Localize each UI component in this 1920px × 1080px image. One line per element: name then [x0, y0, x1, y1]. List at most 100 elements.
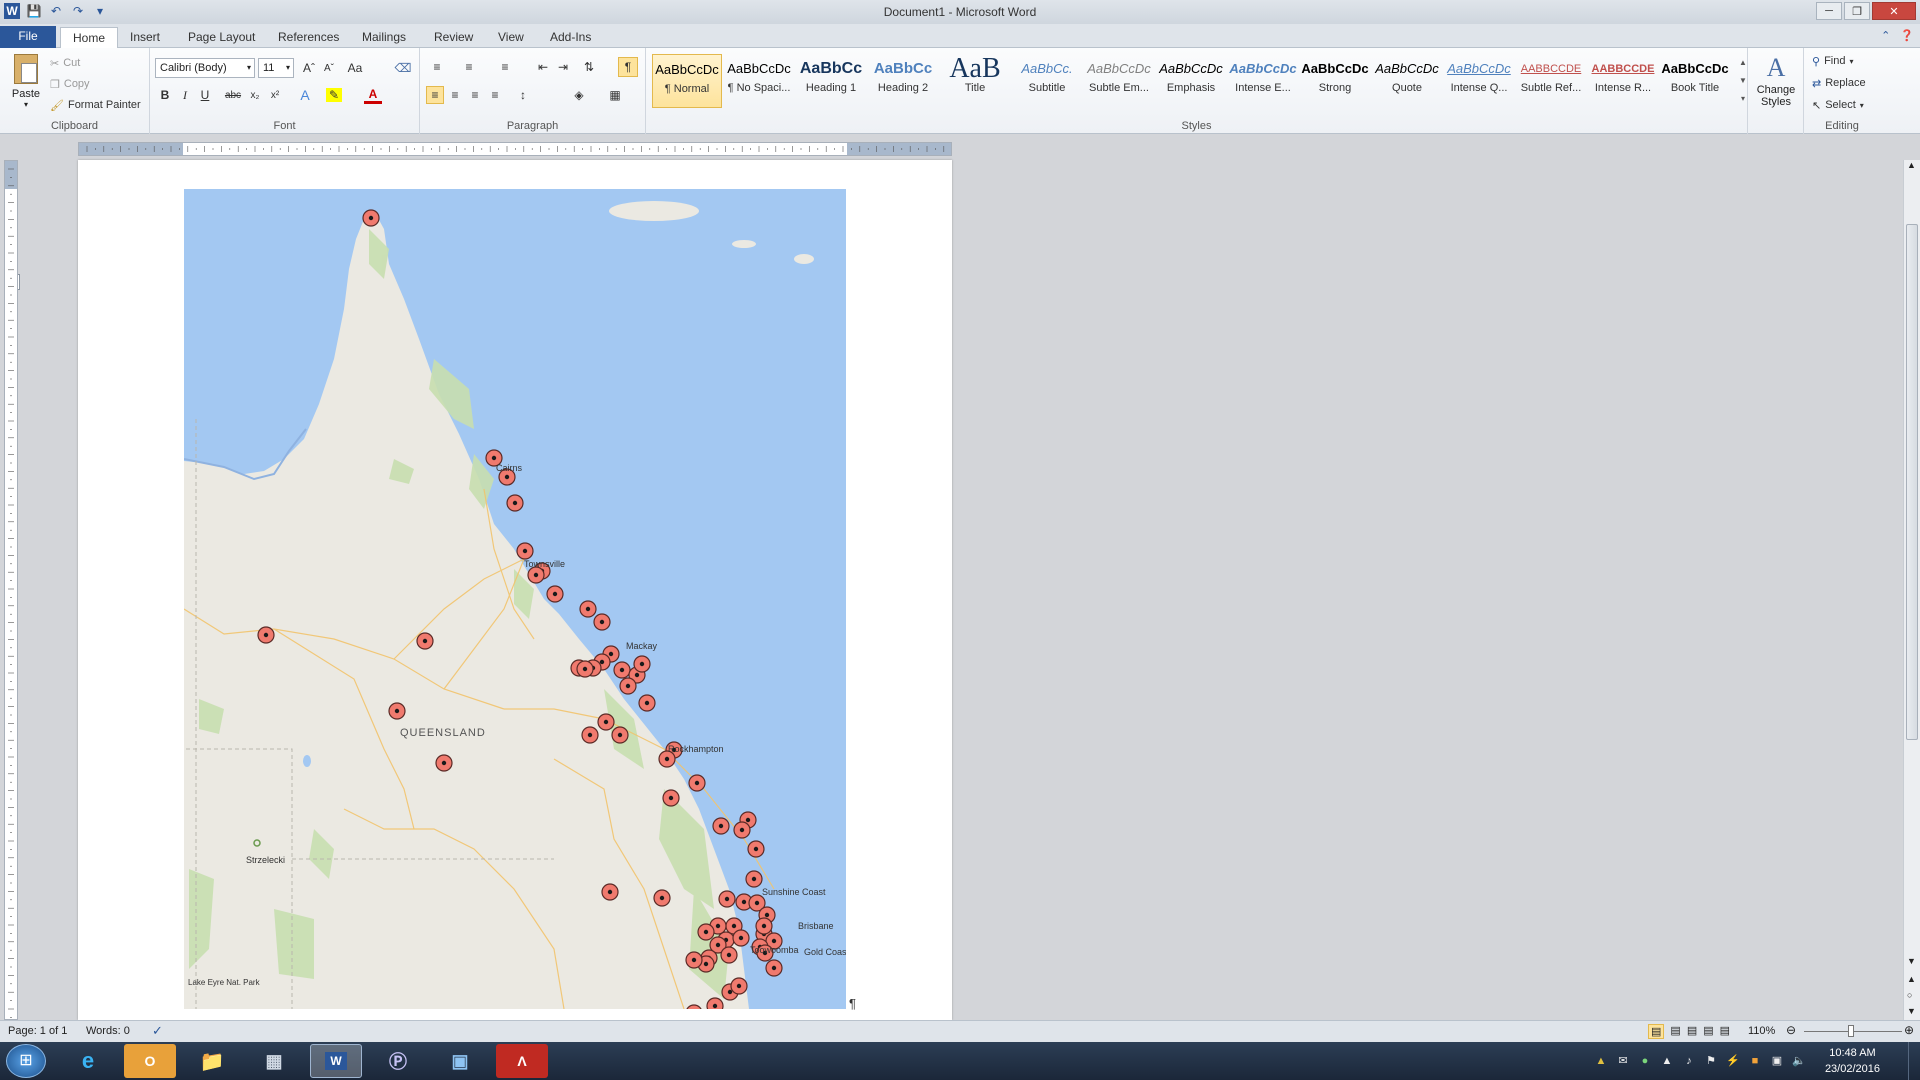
minimize-button[interactable]: ─ [1816, 2, 1842, 20]
clear-formatting-icon[interactable]: ⌫ [394, 59, 412, 77]
scroll-up-icon[interactable]: ▲ [1907, 160, 1916, 170]
maximize-button[interactable]: ❐ [1844, 2, 1870, 20]
font-size-combo[interactable]: 11 ▾ [258, 58, 294, 78]
style-intense-r[interactable]: AABBCCDE Intense R... [1588, 54, 1658, 108]
cut-button[interactable]: ✂ Cut [50, 54, 80, 72]
tab-mailings[interactable]: Mailings [350, 27, 418, 48]
font-color-icon[interactable]: A [364, 86, 382, 104]
page-count[interactable]: Page: 1 of 1 [8, 1025, 67, 1037]
proofing-icon[interactable]: ✓ [152, 1023, 163, 1039]
zoom-in-icon[interactable]: ⊕ [1904, 1023, 1914, 1037]
style-quote[interactable]: AaBbCcDc Quote [1372, 54, 1442, 108]
style-no-spaci[interactable]: AaBbCcDc ¶ No Spaci... [724, 54, 794, 108]
align-right-icon[interactable]: ≡ [466, 86, 484, 104]
tab-view[interactable]: View [486, 27, 536, 48]
font-name-combo[interactable]: Calibri (Body) ▾ [155, 58, 255, 78]
style-title[interactable]: AaB Title [940, 54, 1010, 108]
show-desktop-button[interactable] [1908, 1042, 1920, 1080]
word-taskbar-icon[interactable]: W [310, 1044, 362, 1078]
tab-home[interactable]: Home [60, 27, 119, 48]
change-case-icon[interactable]: Aa [346, 59, 364, 77]
calculator-icon[interactable]: ▦ [248, 1044, 300, 1078]
text-effects-icon[interactable]: A [296, 86, 314, 104]
tray-mail-icon[interactable]: ✉ [1616, 1054, 1630, 1068]
shrink-font-icon[interactable]: Aˇ [320, 59, 338, 77]
app-p-icon[interactable]: Ⓟ [372, 1044, 424, 1078]
tray-power-icon[interactable]: ⚡ [1726, 1054, 1740, 1068]
highlight-icon[interactable]: ✎ [326, 88, 342, 102]
decrease-indent-icon[interactable]: ⇤ [534, 58, 552, 76]
outline-icon[interactable]: ▤ [1703, 1024, 1713, 1039]
bold-icon[interactable]: B [156, 86, 174, 104]
queensland-map-image[interactable]: Cairns Townsville Mackay QUEENSLAND Rock… [184, 189, 846, 1009]
style-subtle-ref[interactable]: AABBCCDE Subtle Ref... [1516, 54, 1586, 108]
outlook-icon[interactable]: O [124, 1044, 176, 1078]
tab-file[interactable]: File [0, 26, 56, 48]
tray-orange-icon[interactable]: ■ [1748, 1054, 1762, 1068]
multilevel-list-icon[interactable]: ≡ [496, 58, 514, 76]
strikethrough-icon[interactable]: abc [224, 86, 242, 104]
format-painter-button[interactable]: 🖌 Format Painter [50, 96, 141, 114]
style-emphasis[interactable]: AaBbCcDc Emphasis [1156, 54, 1226, 108]
zoom-slider-thumb[interactable] [1848, 1025, 1854, 1037]
vertical-scrollbar[interactable]: ▲ ▼ ▲ ○ ▼ [1903, 160, 1920, 1020]
style-intense-e[interactable]: AaBbCcDc Intense E... [1228, 54, 1298, 108]
paste-button[interactable]: Paste ▾ [8, 54, 44, 112]
line-spacing-icon[interactable]: ↕ [514, 86, 532, 104]
internet-explorer-icon[interactable]: e [62, 1044, 114, 1078]
tab-references[interactable]: References [266, 27, 351, 48]
grow-font-icon[interactable]: Aˆ [300, 59, 318, 77]
browse-object-icon[interactable]: ○ [1907, 990, 1912, 1000]
scroll-thumb[interactable] [1906, 224, 1918, 740]
tab-page-layout[interactable]: Page Layout [176, 27, 267, 48]
numbering-icon[interactable]: ≡ [460, 58, 478, 76]
replace-button[interactable]: ⇄ Replace [1812, 74, 1866, 92]
print-layout-icon[interactable]: ▤ [1648, 1024, 1665, 1039]
word-count[interactable]: Words: 0 [86, 1025, 130, 1037]
subscript-icon[interactable]: x₂ [246, 86, 264, 104]
italic-icon[interactable]: I [176, 86, 194, 104]
style-strong[interactable]: AaBbCcDc Strong [1300, 54, 1370, 108]
photo-app-icon[interactable]: ▣ [434, 1044, 486, 1078]
vertical-ruler[interactable] [4, 160, 18, 1020]
tab-insert[interactable]: Insert [118, 27, 172, 48]
help-icon[interactable]: ❓ [1900, 29, 1914, 42]
horizontal-ruler[interactable] [78, 142, 952, 156]
draft-icon[interactable]: ▤ [1720, 1024, 1730, 1039]
scroll-down-icon[interactable]: ▼ [1907, 956, 1916, 966]
shading-icon[interactable]: ◈ [570, 86, 588, 104]
zoom-level[interactable]: 110% [1748, 1025, 1775, 1037]
select-button[interactable]: ↖ Select ▾ [1812, 96, 1864, 114]
find-button[interactable]: ⚲ Find ▾ [1812, 52, 1853, 70]
justify-icon[interactable]: ≡ [486, 86, 504, 104]
close-button[interactable]: ✕ [1872, 2, 1916, 20]
taskbar-clock[interactable]: 10:48 AM 23/02/2016 [1825, 1045, 1880, 1077]
show-hide-pilcrow-icon[interactable]: ¶ [618, 57, 638, 77]
styles-scroll[interactable]: ▲ ▼ ▾ [1738, 54, 1748, 108]
acrobat-icon[interactable]: Λ [496, 1044, 548, 1078]
tray-flag-icon[interactable]: ⚑ [1704, 1054, 1718, 1068]
file-explorer-icon[interactable]: 📁 [186, 1044, 238, 1078]
tray-volume-icon[interactable]: ♪ [1682, 1054, 1696, 1068]
style-normal[interactable]: AaBbCcDc ¶ Normal [652, 54, 722, 108]
style-book-title[interactable]: AaBbCcDc Book Title [1660, 54, 1730, 108]
increase-indent-icon[interactable]: ⇥ [554, 58, 572, 76]
tray-speaker-icon[interactable]: 🔈 [1792, 1054, 1806, 1068]
copy-button[interactable]: ❐ Copy [50, 75, 90, 93]
superscript-icon[interactable]: x² [266, 86, 284, 104]
tab-add-ins[interactable]: Add-Ins [538, 27, 603, 48]
align-left-icon[interactable]: ≡ [426, 86, 444, 104]
tray-app-icon[interactable]: ● [1638, 1054, 1652, 1068]
style-subtle-em[interactable]: AaBbCcDc Subtle Em... [1084, 54, 1154, 108]
style-heading-1[interactable]: AaBbCc Heading 1 [796, 54, 866, 108]
web-layout-icon[interactable]: ▤ [1687, 1024, 1697, 1039]
bullets-icon[interactable]: ≡ [428, 58, 446, 76]
start-button[interactable]: ⊞ [6, 1044, 46, 1078]
align-center-icon[interactable]: ≡ [446, 86, 464, 104]
minimize-ribbon-icon[interactable]: ⌃ [1881, 29, 1890, 42]
full-screen-reading-icon[interactable]: ▤ [1670, 1024, 1680, 1039]
style-subtitle[interactable]: AaBbCc. Subtitle [1012, 54, 1082, 108]
tray-network-icon[interactable]: ▲ [1660, 1054, 1674, 1068]
style-intense-q[interactable]: AaBbCcDc Intense Q... [1444, 54, 1514, 108]
prev-page-icon[interactable]: ▲ [1907, 974, 1916, 984]
